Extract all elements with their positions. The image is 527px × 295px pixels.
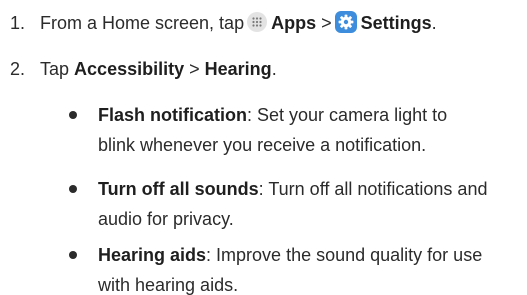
option-title: Turn off all sounds <box>98 179 259 199</box>
settings-gear-icon <box>334 11 357 33</box>
option-text: Hearing aids: Improve the sound quality … <box>98 240 527 295</box>
option-text: Turn off all sounds: Turn off all notifi… <box>98 174 527 234</box>
bullet-dot <box>69 185 77 193</box>
option-desc-line2: audio for privacy. <box>98 209 234 229</box>
step-suffix: . <box>271 59 277 79</box>
separator: > <box>321 13 332 33</box>
option-text: Flash notification: Set your camera ligh… <box>98 100 527 160</box>
option-desc-line1: : Improve the sound quality for use <box>206 245 483 265</box>
option-title: Flash notification <box>98 105 248 125</box>
separator: > <box>189 59 200 79</box>
option-desc-line2: blink whenever you receive a notificatio… <box>98 135 427 155</box>
step-prefix: From a Home screen, tap <box>40 13 245 33</box>
step-number: 2. <box>10 59 26 79</box>
bullet-dot <box>69 251 77 259</box>
option-desc-line1: : Set your camera light to <box>247 105 448 125</box>
settings-label: Settings <box>360 13 432 33</box>
apps-grid-icon <box>247 12 268 32</box>
step-text: From a Home screen, tap Apps > Settings. <box>40 8 437 38</box>
accessibility-label: Accessibility <box>74 59 185 79</box>
hearing-label: Hearing <box>204 59 272 79</box>
bullet-dot <box>69 111 77 119</box>
option-desc-line2: with hearing aids. <box>98 275 239 295</box>
step-number: 1. <box>10 13 26 33</box>
apps-label: Apps <box>271 13 317 33</box>
step-text: Tap Accessibility > Hearing. <box>40 54 277 84</box>
option-desc-line1: : Turn off all notifications and <box>258 179 488 199</box>
step-suffix: . <box>431 13 437 33</box>
option-title: Hearing aids <box>98 245 207 265</box>
step-prefix: Tap <box>40 59 70 79</box>
